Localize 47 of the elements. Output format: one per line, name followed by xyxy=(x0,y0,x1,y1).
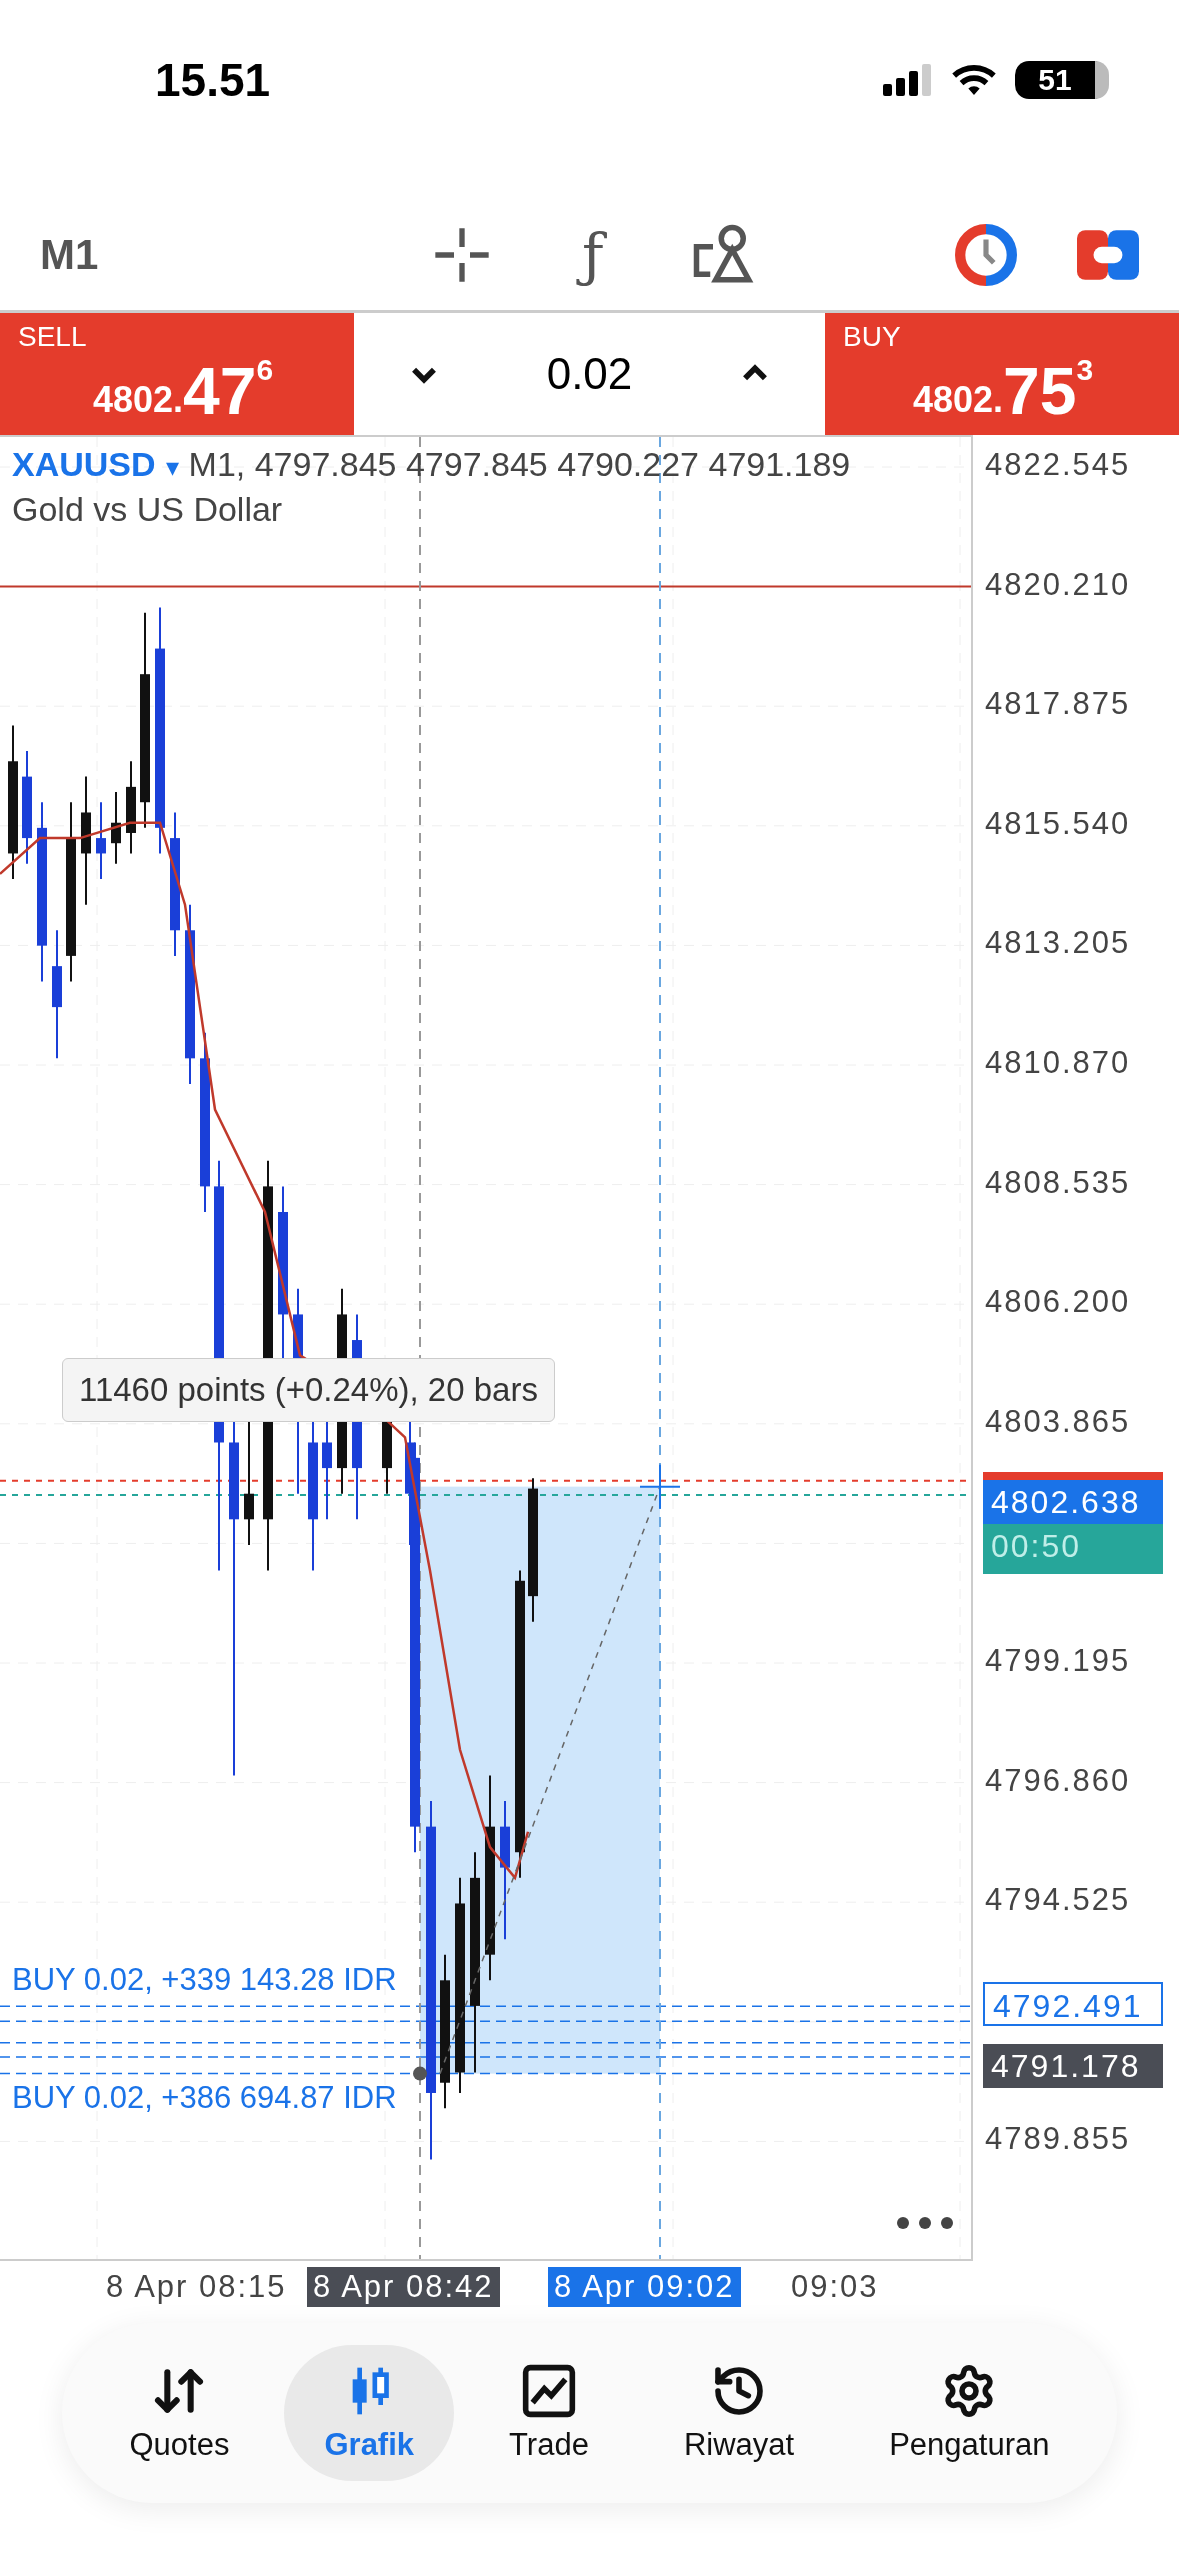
symbol-label[interactable]: XAUUSD xyxy=(12,445,156,484)
measure-point xyxy=(413,2066,427,2081)
price-label: 4822.545 xyxy=(985,446,1131,484)
price-label: 4808.535 xyxy=(985,1163,1131,1202)
symbol-description: Gold vs US Dollar xyxy=(12,490,284,529)
price-label: 4820.210 xyxy=(985,565,1131,604)
price-label: 4803.865 xyxy=(985,1402,1131,1441)
toggle-icon[interactable] xyxy=(1077,230,1139,280)
status-time: 15.51 xyxy=(155,53,271,107)
wifi-icon xyxy=(951,63,997,97)
time-label: 8 Apr 08:15 xyxy=(105,2268,288,2306)
time-label: 09:03 xyxy=(790,2268,880,2306)
nav-tab[interactable]: Riwayat xyxy=(643,2345,835,2481)
line-chart-icon xyxy=(521,2363,577,2419)
price-tag: 4791.178 xyxy=(983,2044,1163,2088)
price-label: 4810.870 xyxy=(985,1044,1131,1082)
timeframe-button[interactable]: M1 xyxy=(40,231,430,279)
measure-tooltip: 11460 points (+0.24%), 20 bars xyxy=(62,1358,555,1422)
price-tag: 4802.638 xyxy=(983,1472,1163,1524)
time-label: 8 Apr 08:42 xyxy=(307,2267,500,2307)
price-label: 4799.195 xyxy=(985,1642,1131,1680)
price-label: 4789.855 xyxy=(985,2120,1131,2159)
price-label: 4815.540 xyxy=(985,804,1131,843)
dropdown-arrow[interactable]: ▾ xyxy=(165,452,179,483)
price-tag: 00:50 xyxy=(983,1524,1163,1574)
price-label: 4817.875 xyxy=(985,685,1131,724)
price-label: 4796.860 xyxy=(985,1761,1131,1800)
signal-icon xyxy=(883,64,933,96)
position-label: BUY 0.02, +386 694.87 IDR xyxy=(12,2080,397,2116)
clock-icon[interactable] xyxy=(955,224,1017,286)
price-label: 4806.200 xyxy=(985,1283,1131,1322)
price-label: 4813.205 xyxy=(985,924,1131,963)
indicators-button[interactable]: ƒ xyxy=(564,205,622,305)
more-icon[interactable] xyxy=(895,2215,955,2231)
position-label: BUY 0.02, +339 143.28 IDR xyxy=(12,1962,397,1998)
nav-tab[interactable]: Quotes xyxy=(89,2345,270,2481)
nav-tab[interactable]: Grafik xyxy=(284,2345,455,2481)
battery-indicator: 51 xyxy=(1015,61,1109,99)
volume-field[interactable]: 0.02 xyxy=(546,349,633,399)
crosshair-icon xyxy=(639,1463,681,1510)
price-label: 4794.525 xyxy=(985,1881,1131,1920)
ohlc-text: M1, 4797.845 4797.845 4790.227 4791.189 xyxy=(188,445,851,484)
time-label: 8 Apr 09:02 xyxy=(548,2267,741,2307)
nav-tab[interactable]: Pengaturan xyxy=(849,2345,1090,2481)
chart-canvas[interactable]: XAUUSD ▾ M1, 4797.845 4797.845 4790.227 4791.189 Gold vs US Dollar 11460 points (+0.24%), 20 bars BUY 0.02, +339 143.28 IDR BUY 0.02, +386 694.87 IDR xyxy=(0,435,973,2261)
price-tag: 4792.491 xyxy=(983,1982,1163,2026)
nav-tab[interactable]: Trade xyxy=(469,2345,629,2481)
